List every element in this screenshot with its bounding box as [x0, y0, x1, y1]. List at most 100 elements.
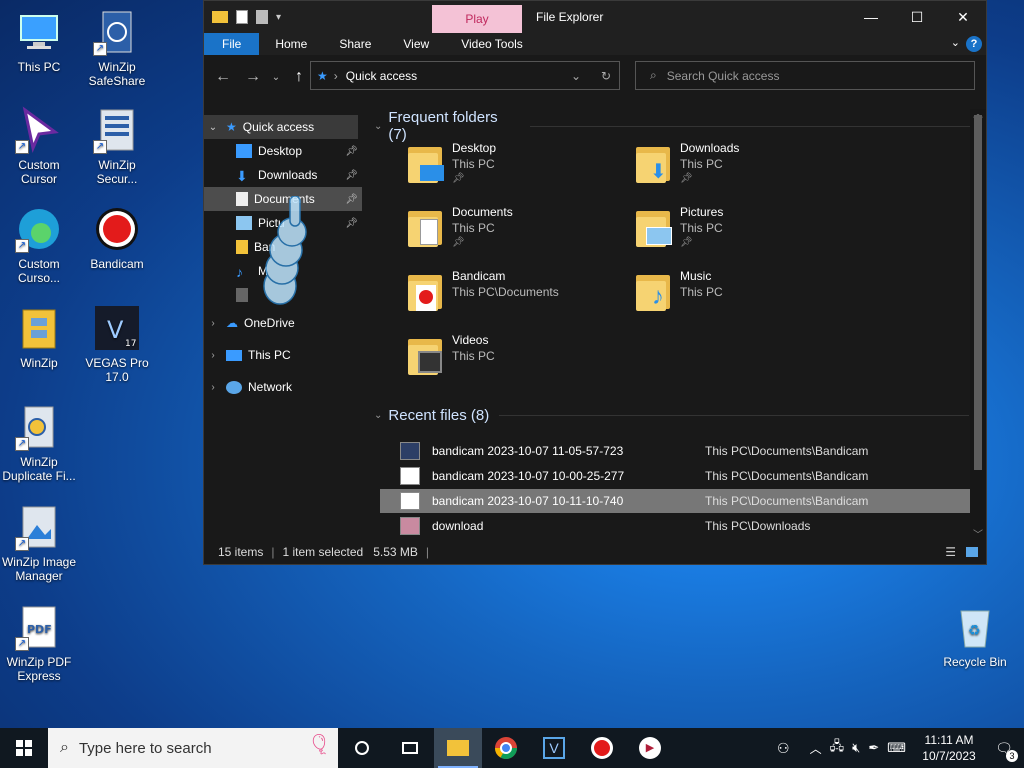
recent-file-row[interactable]: bandicam 2023-10-07 10-00-25-277 This PC… [380, 464, 972, 488]
chevron-down-icon[interactable]: ﹀ [973, 526, 983, 541]
nav-item-desktop[interactable]: Desktop 📌︎ [204, 139, 362, 163]
details-view-icon[interactable]: ☰ [945, 545, 956, 559]
chevron-down-icon[interactable]: ▾ [276, 12, 281, 23]
taskbar-file-explorer[interactable] [434, 728, 482, 768]
properties-icon[interactable] [236, 10, 248, 24]
pen-icon[interactable]: ✒ [868, 740, 879, 756]
keyboard-icon[interactable]: ⌨ [887, 740, 906, 756]
tab-share[interactable]: Share [323, 33, 387, 55]
new-folder-icon[interactable] [256, 10, 268, 24]
taskbar-bandicam[interactable] [578, 728, 626, 768]
winzip-duplicate-icon: ↗ [15, 403, 63, 451]
folder-tile-videos[interactable]: Videos This PC [406, 331, 626, 387]
chevron-down-icon[interactable]: ⌄ [268, 72, 284, 83]
taskbar-search-input[interactable]: ⌕ Type here to search 🎈︎ [48, 728, 338, 768]
desktop-icon-winzip-safeshare[interactable]: ↗ WinZip SafeShare [79, 8, 155, 88]
pin-icon[interactable]: 📌︎ [345, 170, 358, 181]
bandicam-icon [93, 205, 141, 253]
chevron-right-icon: › [211, 349, 215, 361]
nav-item-this-pc[interactable]: › This PC [204, 343, 362, 367]
cortana-button[interactable] [338, 728, 386, 768]
recent-files-header[interactable]: ⌄ Recent files (8) [374, 407, 970, 424]
tab-video-tools[interactable]: Video Tools [445, 33, 539, 55]
pin-icon[interactable]: 📌︎ [345, 194, 358, 205]
task-view-button[interactable] [386, 728, 434, 768]
folder-tile-bandicam[interactable]: Bandicam This PC\Documents [406, 267, 626, 323]
minimize-button[interactable]: — [848, 1, 894, 33]
chevron-down-icon[interactable]: ⌄ [951, 36, 960, 49]
folder-tile-music[interactable]: ♪ Music This PC [634, 267, 854, 323]
nav-item-quick-access[interactable]: ⌄ ★ Quick access [204, 115, 358, 139]
desktop-icon-winzip-secure[interactable]: ↗ WinZip Secur... [79, 106, 155, 186]
title-bar[interactable]: ▾ Play File Explorer — ☐ ✕ [204, 1, 986, 33]
winzip-pdf-icon: PDF ↗ [15, 603, 63, 651]
desktop-icon-label: This PC [17, 60, 61, 74]
custom-cursor-icon: ↗ [15, 106, 63, 154]
winzip-icon [15, 304, 63, 352]
scrollbar-thumb[interactable] [974, 115, 982, 470]
close-button[interactable]: ✕ [940, 1, 986, 33]
refresh-icon[interactable]: ↻ [601, 69, 611, 83]
folder-icon [447, 740, 469, 756]
navigation-pane: ⌄ ★ Quick access Desktop 📌︎ ⬇ Downloads … [204, 109, 362, 541]
start-button[interactable] [0, 728, 48, 768]
pin-icon: 📌︎ [452, 173, 465, 184]
nav-item-network[interactable]: › Network [204, 375, 362, 399]
pin-icon[interactable]: 📌︎ [345, 146, 358, 157]
desktop-icon-recycle-bin[interactable]: ♻ Recycle Bin [937, 603, 1013, 669]
network-icon[interactable]: 🖧︎ [830, 737, 845, 759]
frequent-folders-header[interactable]: ⌄ Frequent folders (7) [374, 109, 970, 143]
desktop-icon-this-pc[interactable]: This PC [1, 8, 77, 74]
clock[interactable]: 11:11 AM 10/7/2023 [914, 732, 984, 764]
documents-folder-icon [406, 207, 444, 247]
volume-muted-icon[interactable]: 🔇︎ [852, 740, 860, 756]
vertical-scrollbar[interactable]: ︿ ﹀ [970, 109, 986, 541]
desktop-icon-label: Recycle Bin [943, 655, 1007, 669]
recycle-bin-icon: ♻ [951, 603, 999, 651]
desktop-icon-winzip-duplicate[interactable]: ↗ WinZip Duplicate Fi... [1, 403, 77, 483]
clock-time: 11:11 AM [924, 733, 974, 747]
pin-icon: 📌︎ [680, 173, 693, 184]
desktop-icon-winzip[interactable]: WinZip [1, 304, 77, 370]
people-icon[interactable]: ⚇ [777, 740, 790, 757]
help-icon[interactable]: ? [966, 36, 982, 52]
tab-file[interactable]: File [204, 33, 260, 55]
svg-text:♻: ♻ [968, 623, 981, 639]
quick-access-toolbar: ▾ [204, 10, 281, 24]
pin-icon: 📌︎ [452, 237, 465, 248]
tab-home[interactable]: Home [259, 33, 323, 55]
recent-file-row[interactable]: bandicam 2023-10-07 11-05-57-723 This PC… [380, 439, 972, 463]
videos-icon [236, 288, 248, 302]
folder-tile-documents[interactable]: Documents This PC 📌︎ [406, 203, 626, 259]
tab-view[interactable]: View [387, 33, 445, 55]
taskbar-chrome[interactable] [482, 728, 530, 768]
chevron-up-icon[interactable]: ︿ [810, 740, 822, 757]
recent-file-row-selected[interactable]: bandicam 2023-10-07 10-11-10-740 This PC… [380, 489, 972, 513]
forward-button[interactable]: → [238, 68, 268, 86]
folder-tile-desktop[interactable]: Desktop This PC 📌︎ [406, 139, 626, 195]
search-input[interactable]: ⌕ Search Quick access [635, 61, 975, 90]
taskbar-vegas[interactable]: V [530, 728, 578, 768]
maximize-button[interactable]: ☐ [894, 1, 940, 33]
chevron-down-icon[interactable]: ⌄ [571, 69, 581, 83]
folder-tile-downloads[interactable]: ⬇ Downloads This PC 📌︎ [634, 139, 854, 195]
nav-item-downloads[interactable]: ⬇ Downloads 📌︎ [204, 163, 362, 187]
play-context-tab[interactable]: Play [432, 5, 522, 33]
desktop-icon-vegas[interactable]: V 17 VEGAS Pro 17.0 [79, 304, 155, 384]
photo-thumbnail-icon [400, 517, 420, 535]
notifications-button[interactable]: 🗨︎ 3 [984, 728, 1024, 768]
pin-icon[interactable]: 📌︎ [345, 218, 358, 229]
back-button[interactable]: ← [208, 68, 238, 86]
large-icons-view-icon[interactable] [966, 547, 978, 557]
taskbar-media-player[interactable]: ▶ [626, 728, 674, 768]
desktop-icon-winzip-image[interactable]: ↗ WinZip Image Manager [1, 503, 77, 583]
desktop-icon-custom-cursor[interactable]: ↗ Custom Cursor [1, 106, 77, 186]
folder-tile-pictures[interactable]: Pictures This PC 📌︎ [634, 203, 854, 259]
desktop-icon-winzip-pdf[interactable]: PDF ↗ WinZip PDF Express [1, 603, 77, 683]
image-file-icon [400, 467, 420, 485]
address-bar[interactable]: ★ › Quick access ⌄ ↻ [310, 61, 620, 90]
svg-text:17: 17 [125, 339, 136, 349]
recent-file-row[interactable]: download This PC\Downloads [380, 514, 972, 538]
desktop-icon-custom-cursor-2[interactable]: ↗ Custom Curso... [1, 205, 77, 285]
desktop-icon-bandicam[interactable]: Bandicam [79, 205, 155, 271]
